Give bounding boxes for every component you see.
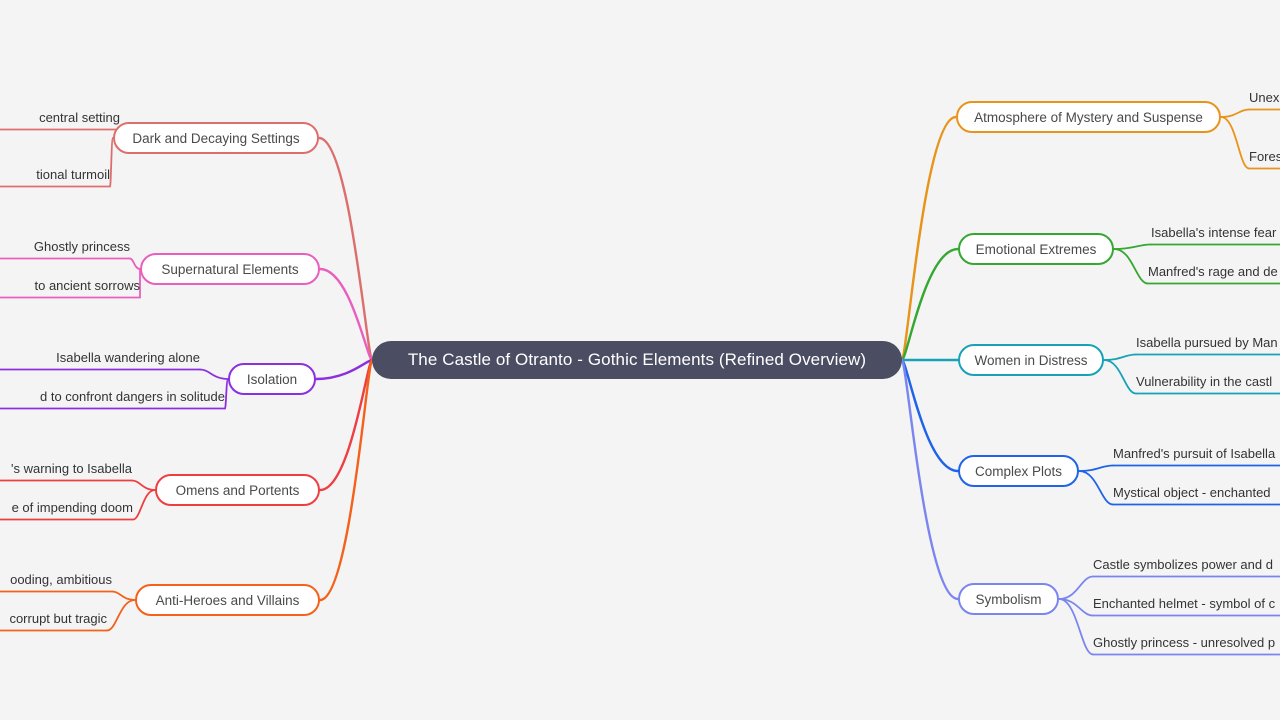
branch-node-symbolism[interactable]: Symbolism	[958, 583, 1059, 615]
leaf-node[interactable]: Mystical object - enchanted	[1113, 484, 1280, 504]
branch-node-dark-and-decaying-settings[interactable]: Dark and Decaying Settings	[113, 122, 319, 154]
branch-node-emotional-extremes[interactable]: Emotional Extremes	[958, 233, 1114, 265]
leaf-node[interactable]: d to confront dangers in solitude	[0, 388, 225, 408]
branch-label: Atmosphere of Mystery and Suspense	[974, 109, 1203, 125]
branch-node-atmosphere-of-mystery-and-suspense[interactable]: Atmosphere of Mystery and Suspense	[956, 101, 1221, 133]
leaf-node[interactable]: Isabella pursued by Man	[1136, 334, 1280, 354]
branch-label: Anti-Heroes and Villains	[155, 592, 300, 608]
branch-label: Complex Plots	[974, 463, 1063, 479]
mindmap-canvas: The Castle of Otranto - Gothic Elements …	[0, 0, 1280, 720]
branch-label: Emotional Extremes	[975, 241, 1097, 257]
leaf-node[interactable]: Isabella wandering alone	[0, 349, 200, 369]
branch-label: Women in Distress	[974, 352, 1088, 368]
leaf-node[interactable]: Ghostly princess	[0, 238, 130, 258]
branch-label: Symbolism	[975, 591, 1042, 607]
branch-node-anti-heroes-and-villains[interactable]: Anti-Heroes and Villains	[135, 584, 320, 616]
leaf-node[interactable]: e of impending doom	[0, 499, 133, 519]
leaf-node[interactable]: Ghostly princess - unresolved p	[1093, 634, 1280, 654]
leaf-node[interactable]: Unex	[1249, 89, 1280, 109]
leaf-node[interactable]: corrupt but tragic	[0, 610, 107, 630]
leaf-node[interactable]: 's warning to Isabella	[0, 460, 132, 480]
leaf-node[interactable]: central setting	[0, 109, 120, 129]
leaf-node[interactable]: to ancient sorrows	[0, 277, 141, 297]
leaf-node[interactable]: Castle symbolizes power and d	[1093, 556, 1280, 576]
leaf-node[interactable]: ooding, ambitious	[0, 571, 112, 591]
leaf-node[interactable]: Enchanted helmet - symbol of c	[1093, 595, 1280, 615]
branch-node-complex-plots[interactable]: Complex Plots	[958, 455, 1079, 487]
root-node[interactable]: The Castle of Otranto - Gothic Elements …	[372, 341, 902, 379]
leaf-node[interactable]: Isabella's intense fear	[1151, 224, 1280, 244]
branch-node-isolation[interactable]: Isolation	[228, 363, 316, 395]
branch-label: Supernatural Elements	[161, 261, 299, 277]
branch-label: Omens and Portents	[175, 482, 300, 498]
branch-label: Isolation	[246, 371, 298, 387]
leaf-node[interactable]: Vulnerability in the castl	[1136, 373, 1280, 393]
branch-node-women-in-distress[interactable]: Women in Distress	[958, 344, 1104, 376]
branch-label: Dark and Decaying Settings	[132, 130, 300, 146]
leaf-node[interactable]: tional turmoil	[0, 166, 110, 186]
leaf-node[interactable]: Manfred's pursuit of Isabella	[1113, 445, 1280, 465]
branch-node-supernatural-elements[interactable]: Supernatural Elements	[140, 253, 320, 285]
leaf-node[interactable]: Fores	[1249, 148, 1280, 168]
branch-node-omens-and-portents[interactable]: Omens and Portents	[155, 474, 320, 506]
leaf-node[interactable]: Manfred's rage and de	[1148, 263, 1280, 283]
